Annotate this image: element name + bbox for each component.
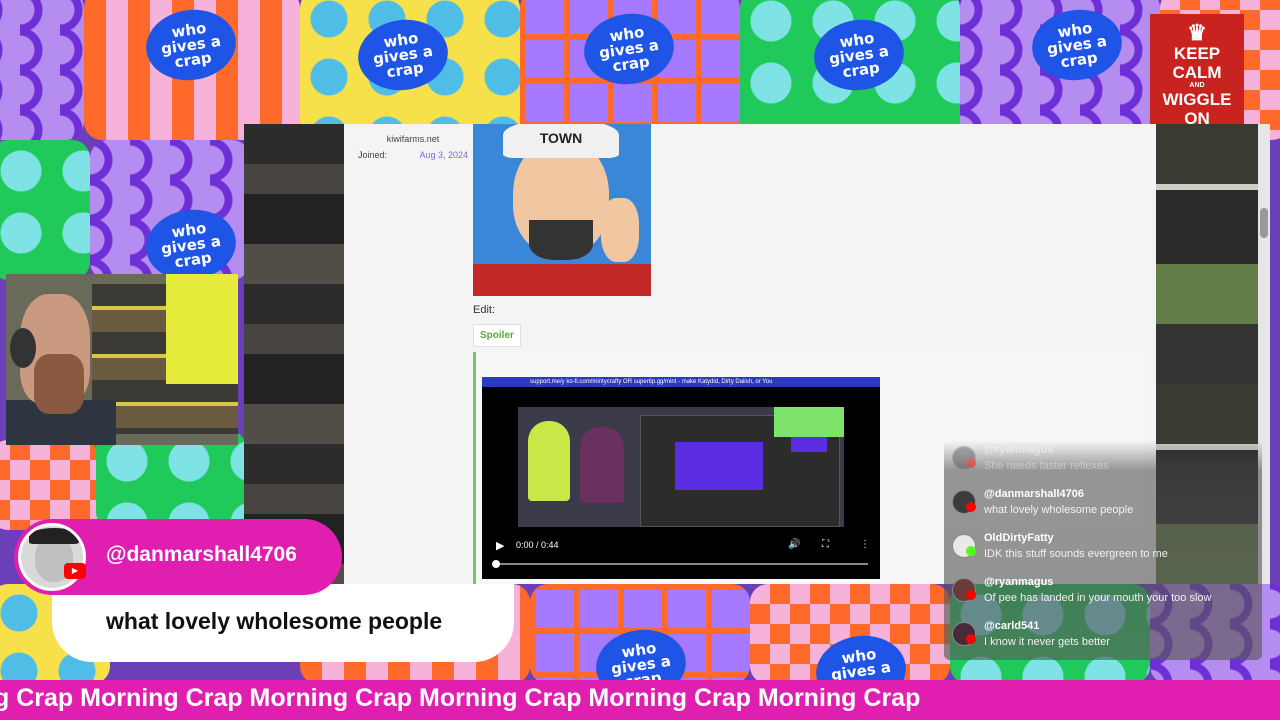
- crown-icon: ♛: [1187, 20, 1207, 45]
- video-person: [528, 421, 570, 501]
- roll-decoration: [0, 140, 90, 280]
- roll-decoration: [0, 0, 84, 140]
- roll-decoration: [96, 430, 246, 530]
- highlight-name-bar: ▶ @danmarshall4706: [14, 519, 342, 595]
- chat-message: @carld541 I know it never gets better: [952, 620, 1260, 660]
- chat-message: OldDirtyFatty IDK this stuff sounds ever…: [952, 532, 1260, 572]
- post-image-shirt: [473, 264, 651, 296]
- youtube-icon: [966, 590, 976, 600]
- chat-message: @ryanmagus Of pee has landed in your mou…: [952, 576, 1260, 616]
- post-image: TOWN: [473, 124, 651, 296]
- joined-row: Joined: Aug 3, 2024: [358, 150, 468, 160]
- chat-text: I know it never gets better: [984, 636, 1110, 648]
- chat-text: She needs faster reflexes: [984, 460, 1109, 472]
- highlight-username: @danmarshall4706: [106, 543, 297, 566]
- more-options-icon[interactable]: ⋮: [860, 539, 870, 550]
- chat-username: @danmarshall4706: [984, 488, 1084, 500]
- youtube-icon: [966, 458, 976, 468]
- video-controls: ▶ 0:00 / 0:44 🔊 ⛶ ⋮: [482, 535, 880, 579]
- ticker-text: g Crap Morning Crap Morning Crap Morning…: [0, 684, 921, 712]
- video-seek-bar[interactable]: [492, 560, 868, 568]
- keepcalm-line: CALM: [1172, 63, 1222, 82]
- chat-username: @ryanmagus: [984, 444, 1054, 456]
- user-site: kiwifarms.net: [386, 134, 440, 144]
- volume-icon[interactable]: 🔊: [788, 539, 800, 550]
- webcam-beard: [34, 354, 84, 414]
- webcam-wall: [166, 274, 238, 384]
- chat-text: what lovely wholesome people: [984, 504, 1134, 516]
- ok-hand-icon: [601, 198, 639, 262]
- spoiler-button[interactable]: Spoiler: [473, 324, 521, 347]
- chat-text: Of pee has landed in your mouth your too…: [984, 592, 1212, 604]
- highlight-message-box: what lovely wholesome people: [52, 584, 514, 662]
- video-person: [580, 427, 624, 503]
- edit-label: Edit:: [473, 304, 496, 316]
- avatar: [18, 523, 86, 591]
- fullscreen-icon[interactable]: ⛶: [822, 539, 829, 550]
- video-overlay: [774, 407, 844, 437]
- chat-username: OldDirtyFatty: [984, 532, 1054, 544]
- keepcalm-line: AND: [1189, 82, 1205, 89]
- video-frame: [518, 407, 844, 527]
- headphones-icon: [10, 328, 36, 368]
- chat-text: IDK this stuff sounds evergreen to me: [984, 548, 1168, 560]
- chat-username: @carld541: [984, 620, 1040, 632]
- video-player[interactable]: support.me/y ko-fi.com/mintycrafty OR su…: [482, 377, 880, 579]
- youtube-icon: [966, 502, 976, 512]
- page-background-art: [244, 124, 344, 584]
- chat-panel: @ryanmagus She needs faster reflexes @da…: [944, 440, 1262, 660]
- chat-message: @ryanmagus She needs faster reflexes: [952, 444, 1260, 484]
- joined-label: Joined:: [358, 150, 388, 160]
- keepcalm-line: KEEP: [1173, 44, 1221, 63]
- webcam-feed: [6, 274, 238, 445]
- highlight-message: what lovely wholesome people: [106, 608, 443, 634]
- chat-username: @ryanmagus: [984, 576, 1054, 588]
- roll-decoration: [0, 440, 100, 530]
- video-canvas: [675, 442, 763, 490]
- keepcalm-line: WIGGLE: [1162, 90, 1232, 109]
- ticker-bar: g Crap Morning Crap Morning Crap Morning…: [0, 680, 1280, 720]
- kick-icon: [966, 546, 976, 556]
- joined-date[interactable]: Aug 3, 2024: [419, 150, 468, 160]
- user-info: kiwifarms.net Joined: Aug 3, 2024: [358, 124, 468, 160]
- play-icon[interactable]: ▶: [496, 539, 504, 552]
- post-image-cap: TOWN: [503, 124, 619, 158]
- video-banner: support.me/y ko-fi.com/mintycrafty OR su…: [482, 377, 880, 387]
- chat-message: @danmarshall4706 what lovely wholesome p…: [952, 488, 1260, 528]
- youtube-icon: ▶: [64, 563, 86, 579]
- seek-knob[interactable]: [492, 560, 500, 568]
- youtube-icon: [966, 634, 976, 644]
- avatar-hat: [29, 528, 79, 544]
- post-image-beard: [529, 220, 593, 260]
- video-time: 0:00 / 0:44: [516, 540, 559, 550]
- scrollbar-thumb[interactable]: [1260, 208, 1268, 238]
